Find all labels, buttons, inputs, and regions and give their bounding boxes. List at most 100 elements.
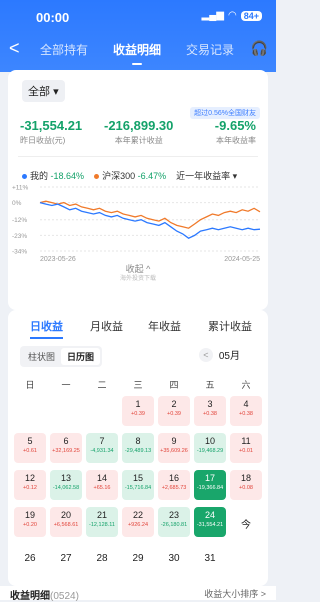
day-amount: +926.24: [127, 522, 149, 528]
calendar-day[interactable]: 7 -4,931.34: [86, 433, 118, 463]
weekday-label: 五: [205, 380, 215, 390]
calendar-day[interactable]: 28: [86, 544, 118, 574]
tab-trade-records[interactable]: 交易记录: [186, 41, 234, 58]
calendar-day[interactable]: 1 +0.39: [122, 396, 154, 426]
month-selector: < 05月: [198, 347, 240, 362]
day-number: 18: [240, 473, 251, 483]
day-number: 7: [99, 436, 105, 446]
year-profit-label: 本年累计收益: [114, 136, 163, 145]
calendar-day[interactable]: 24 -31,554.21: [194, 507, 226, 537]
calendar-day[interactable]: 30: [158, 544, 190, 574]
back-icon[interactable]: <: [9, 38, 20, 59]
calendar-day[interactable]: 16 +2,685.73: [158, 470, 190, 500]
tab-daily[interactable]: 日收益: [30, 318, 63, 339]
calendar-day[interactable]: 11 +0.01: [230, 433, 262, 463]
calendar-day[interactable]: 31: [194, 544, 226, 574]
day-amount: +6,568.61: [53, 522, 79, 528]
day-amount: -19,468.29: [196, 448, 224, 454]
calendar-card: 日收益 月收益 年收益 累计收益 柱状图 日历图 < 05月 日 一 二 三 四 五 六 1…: [8, 310, 268, 586]
calendar-day[interactable]: 15 -15,716.84: [122, 470, 154, 500]
calendar-day[interactable]: 19 +0.20: [14, 507, 46, 537]
year-rate-metric: -9.65% 本年收益率: [215, 118, 256, 146]
day-number: 3: [207, 399, 213, 409]
bar-view-button[interactable]: 柱状图: [22, 348, 61, 365]
day-number: 15: [132, 473, 143, 483]
calendar-day[interactable]: 20 +6,568.61: [50, 507, 82, 537]
day-amount: +0.39: [167, 411, 181, 417]
caret-down-icon: ▾: [53, 86, 59, 98]
day-amount: -4,931.34: [90, 448, 114, 454]
calendar-day[interactable]: 今: [230, 507, 262, 537]
day-number: 29: [132, 553, 144, 564]
day-amount: +65.16: [93, 485, 111, 491]
year-profit-value: -216,899.30: [104, 118, 174, 133]
tab-profit-detail[interactable]: 收益明细: [113, 41, 161, 65]
day-number: 21: [96, 510, 107, 520]
calendar-day[interactable]: 18 +0.08: [230, 470, 262, 500]
day-number: 19: [24, 510, 35, 520]
calendar-day[interactable]: 29: [122, 544, 154, 574]
calendar-day[interactable]: 2 +0.39: [158, 396, 190, 426]
calendar-view-button[interactable]: 日历图: [61, 348, 101, 365]
calendar-day[interactable]: 8 -29,489.13: [122, 433, 154, 463]
tab-cumulative[interactable]: 累计收益: [208, 318, 252, 334]
profit-line-chart: +11%0%-12%-23%-34% 2023-05-26 2024-05-25: [12, 185, 261, 263]
day-amount: +32,169.25: [52, 448, 80, 454]
day-number: 11: [241, 436, 251, 446]
calendar-day[interactable]: 12 +0.12: [14, 470, 46, 500]
day-number: 27: [60, 553, 72, 564]
headset-icon[interactable]: 🎧: [251, 40, 268, 57]
day-number: 17: [204, 473, 215, 483]
watermark: 海外投资下载: [119, 276, 156, 282]
day-number: 26: [24, 553, 36, 564]
month-label: 05月: [218, 351, 240, 362]
calendar-day[interactable]: 22 +926.24: [122, 507, 154, 537]
calendar-day[interactable]: 10 -19,468.29: [194, 433, 226, 463]
calendar-day[interactable]: 14 +65.16: [86, 470, 118, 500]
calendar-day[interactable]: 23 -26,180.81: [158, 507, 190, 537]
day-number: 24: [204, 510, 215, 520]
day-amount: +2,685.73: [161, 485, 187, 491]
wifi-icon: ◠: [227, 10, 237, 21]
sort-button[interactable]: 收益大小排序 >: [204, 587, 266, 600]
yesterday-label: 昨日收益(元): [20, 136, 66, 145]
weekday-label: 一: [61, 380, 71, 390]
day-amount: -12,128.11: [89, 522, 115, 528]
tab-yearly[interactable]: 年收益: [148, 318, 181, 334]
period-selector[interactable]: 近一年收益率 ▾: [176, 169, 237, 182]
y-tick-label: 0%: [12, 200, 22, 207]
day-number: 10: [204, 436, 215, 446]
detail-date: (0524): [50, 591, 79, 602]
mine-dot: [22, 174, 27, 179]
calendar-day[interactable]: 6 +32,169.25: [50, 433, 82, 463]
tab-all-holdings[interactable]: 全部持有: [40, 41, 88, 58]
day-amount: +0.61: [23, 448, 37, 454]
y-tick-label: -12%: [12, 217, 27, 224]
yesterday-metric: -31,554.21 昨日收益(元): [20, 118, 82, 146]
calendar-day[interactable]: 3 +0.38: [194, 396, 226, 426]
calendar-day[interactable]: 9 +35,609.26: [158, 433, 190, 463]
day-amount: +0.08: [239, 485, 253, 491]
day-amount: +35,609.26: [160, 448, 188, 454]
calendar-day[interactable]: 5 +0.61: [14, 433, 46, 463]
status-icons: ▂▄▆ ◠ 84+: [202, 10, 262, 21]
day-number: 13: [60, 473, 71, 483]
weekday-label: 三: [133, 380, 143, 390]
calendar-day[interactable]: 21 -12,128.11: [86, 507, 118, 537]
calendar-day[interactable]: 13 -14,062.58: [50, 470, 82, 500]
calendar-day[interactable]: 26: [14, 544, 46, 574]
tab-monthly[interactable]: 月收益: [90, 318, 123, 334]
account-filter[interactable]: 全部 ▾: [22, 80, 65, 102]
weekday-label: 四: [169, 380, 179, 390]
day-number: 今: [241, 520, 251, 531]
status-time: 00:00: [36, 10, 70, 25]
prev-month-icon[interactable]: <: [198, 347, 213, 362]
calendar-day[interactable]: 4 +0.38: [230, 396, 262, 426]
day-number: 22: [132, 510, 143, 520]
summary-card: 全部 ▾ 超过0.56%全国财友 -31,554.21 昨日收益(元) -216…: [8, 70, 268, 310]
detail-footer: 收益明细(0524) 收益大小排序 >: [0, 586, 276, 602]
calendar-day[interactable]: 27: [50, 544, 82, 574]
day-amount: -26,180.81: [160, 522, 188, 528]
calendar-day[interactable]: 17 -19,366.84: [194, 470, 226, 500]
day-number: 23: [168, 510, 179, 520]
